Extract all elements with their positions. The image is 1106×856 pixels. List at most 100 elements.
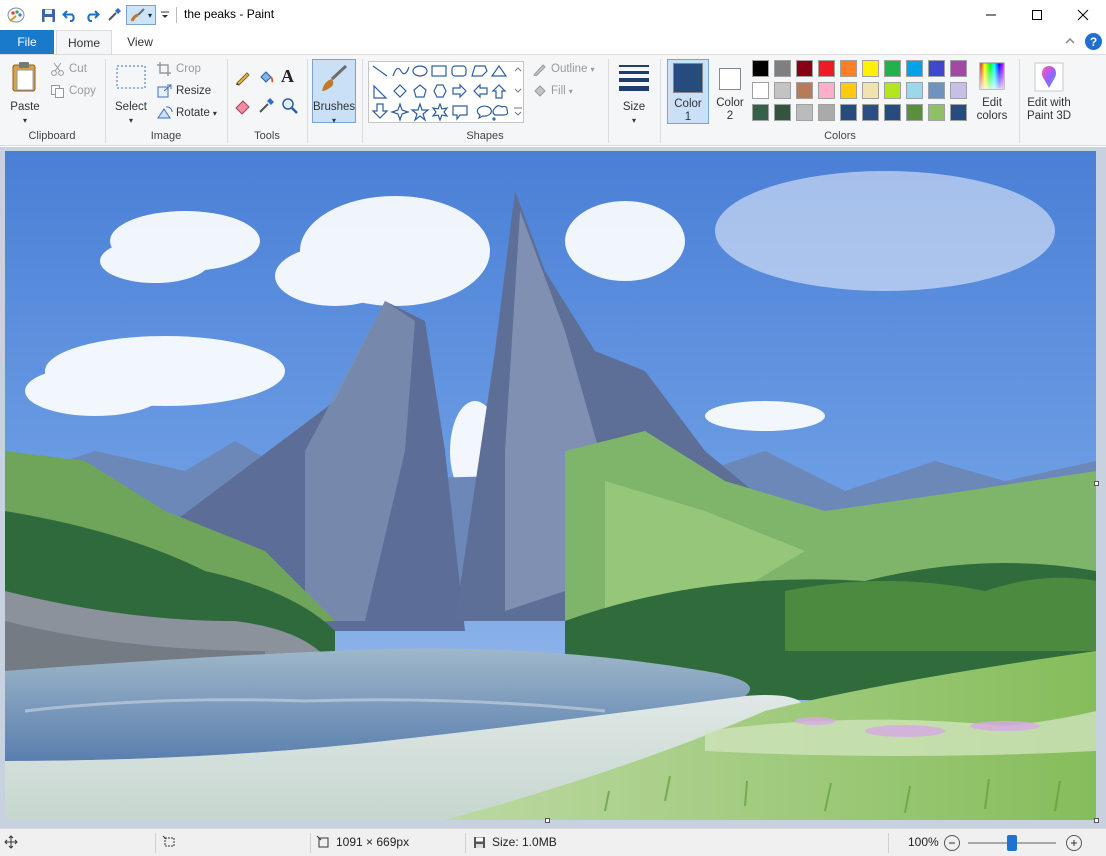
save-icon[interactable] bbox=[38, 5, 58, 25]
close-button[interactable] bbox=[1060, 0, 1106, 30]
six-point-star-shape-icon bbox=[431, 102, 449, 122]
collapse-ribbon-icon[interactable] bbox=[1064, 35, 1076, 49]
palette-swatch[interactable] bbox=[862, 82, 879, 99]
brush-icon bbox=[322, 64, 348, 91]
palette-swatch[interactable] bbox=[818, 82, 835, 99]
palette-swatch[interactable] bbox=[950, 60, 967, 77]
maximize-button[interactable] bbox=[1014, 0, 1060, 30]
cut-button[interactable]: Cut bbox=[50, 62, 87, 76]
palette-swatch[interactable] bbox=[818, 60, 835, 77]
palette-swatch[interactable] bbox=[796, 82, 813, 99]
selection-size-icon bbox=[162, 835, 175, 847]
fill-button[interactable]: Fill ▾ bbox=[532, 84, 573, 98]
size-button[interactable]: Size ▾ bbox=[614, 59, 654, 125]
canvas-resize-handle-right[interactable] bbox=[1094, 481, 1099, 486]
canvas-resize-handle-corner[interactable] bbox=[1094, 818, 1099, 823]
brushes-button[interactable]: Brushes ▾ bbox=[312, 59, 356, 125]
palette-swatch[interactable] bbox=[774, 82, 791, 99]
tools-group-label: Tools bbox=[254, 130, 280, 142]
text-tool-icon[interactable]: A bbox=[281, 66, 299, 86]
shapes-scroll[interactable] bbox=[512, 62, 524, 122]
tab-file[interactable]: File bbox=[0, 30, 54, 54]
paste-button[interactable]: Paste ▾ bbox=[8, 59, 42, 125]
palette-swatch[interactable] bbox=[862, 104, 879, 121]
fill-icon bbox=[534, 85, 546, 97]
palette-swatch[interactable] bbox=[906, 104, 923, 121]
canvas-resize-handle-bottom[interactable] bbox=[545, 818, 550, 823]
image-group-label: Image bbox=[150, 130, 182, 142]
palette-swatch[interactable] bbox=[862, 60, 879, 77]
minus-icon bbox=[949, 842, 955, 844]
edit-with-paint3d-button[interactable]: Edit with Paint 3D bbox=[1022, 59, 1076, 125]
chevron-down-icon: ▾ bbox=[128, 116, 133, 125]
eraser-icon[interactable] bbox=[234, 97, 252, 115]
palette-swatch[interactable] bbox=[906, 82, 923, 99]
palette-swatch[interactable] bbox=[884, 60, 901, 77]
status-bar: 1091 × 669px Size: 1.0MB 100% bbox=[0, 828, 1106, 856]
palette-swatch[interactable] bbox=[796, 104, 813, 121]
palette-swatch[interactable] bbox=[840, 104, 857, 121]
fill-bucket-icon[interactable] bbox=[257, 68, 275, 86]
palette-swatch[interactable] bbox=[774, 60, 791, 77]
select-button[interactable]: Select ▾ bbox=[112, 59, 150, 125]
palette-swatch[interactable] bbox=[774, 104, 791, 121]
redo-icon[interactable] bbox=[82, 5, 102, 25]
brushes-quick-button[interactable]: ▾ bbox=[126, 5, 156, 25]
zoom-out-button[interactable] bbox=[944, 835, 960, 851]
edit-colors-label: Edit bbox=[982, 97, 1002, 109]
palette-swatch[interactable] bbox=[884, 82, 901, 99]
palette-swatch[interactable] bbox=[950, 104, 967, 121]
outline-label: Outline bbox=[551, 63, 588, 75]
customize-toolbar-icon[interactable] bbox=[158, 5, 172, 25]
pentagon-shape-icon bbox=[413, 84, 427, 98]
palette-swatch[interactable] bbox=[752, 60, 769, 77]
palette-swatch[interactable] bbox=[884, 104, 901, 121]
palette-swatch[interactable] bbox=[796, 60, 813, 77]
color-picker-quick-icon[interactable] bbox=[104, 5, 124, 25]
zoom-in-button[interactable] bbox=[1066, 835, 1082, 851]
resize-button[interactable]: Resize bbox=[157, 84, 211, 98]
landscape-painting bbox=[5, 151, 1096, 820]
minimize-button[interactable] bbox=[968, 0, 1014, 30]
zoom-slider-thumb[interactable] bbox=[1007, 835, 1017, 851]
title-bar: ▾ the peaks - Paint bbox=[0, 0, 1106, 30]
rectangle-shape-icon bbox=[431, 65, 447, 77]
title-separator bbox=[176, 7, 177, 23]
paint-app-icon[interactable] bbox=[6, 5, 26, 25]
palette-swatch[interactable] bbox=[928, 104, 945, 121]
palette-swatch[interactable] bbox=[950, 82, 967, 99]
tab-view[interactable]: View bbox=[116, 30, 164, 54]
pencil-icon[interactable] bbox=[234, 68, 252, 86]
crop-button[interactable]: Crop bbox=[157, 62, 201, 76]
tab-home[interactable]: Home bbox=[56, 30, 112, 55]
edit-colors-button[interactable]: Edit colors bbox=[974, 59, 1010, 124]
color2-button[interactable]: Color 2 bbox=[711, 59, 749, 124]
outline-button[interactable]: Outline ▾ bbox=[532, 62, 594, 76]
rotate-button[interactable]: Rotate ▾ bbox=[157, 106, 217, 120]
palette-swatch[interactable] bbox=[752, 104, 769, 121]
canvas-workspace[interactable] bbox=[0, 147, 1106, 828]
oval-shape-icon bbox=[412, 65, 428, 77]
status-separator bbox=[310, 833, 311, 853]
plus-icon bbox=[1071, 840, 1077, 846]
palette-swatch[interactable] bbox=[840, 60, 857, 77]
magnifier-icon[interactable] bbox=[281, 97, 299, 115]
palette-swatch[interactable] bbox=[928, 60, 945, 77]
cursor-position bbox=[4, 835, 18, 849]
help-icon[interactable]: ? bbox=[1085, 33, 1102, 50]
right-arrow-shape-icon bbox=[452, 83, 467, 99]
drawing-canvas[interactable] bbox=[5, 151, 1096, 820]
paint3d-label-line2: Paint 3D bbox=[1026, 110, 1072, 122]
canvas-size-icon bbox=[316, 835, 329, 848]
copy-button[interactable]: Copy bbox=[50, 84, 96, 98]
palette-swatch[interactable] bbox=[752, 82, 769, 99]
palette-swatch[interactable] bbox=[840, 82, 857, 99]
palette-swatch[interactable] bbox=[906, 60, 923, 77]
undo-icon[interactable] bbox=[60, 5, 80, 25]
color1-button[interactable]: Color 1 bbox=[667, 59, 709, 124]
palette-swatch[interactable] bbox=[928, 82, 945, 99]
palette-swatch[interactable] bbox=[818, 104, 835, 121]
color-picker-icon[interactable] bbox=[257, 97, 275, 115]
four-point-star-shape-icon bbox=[390, 102, 410, 122]
shapes-gallery[interactable] bbox=[368, 61, 524, 123]
